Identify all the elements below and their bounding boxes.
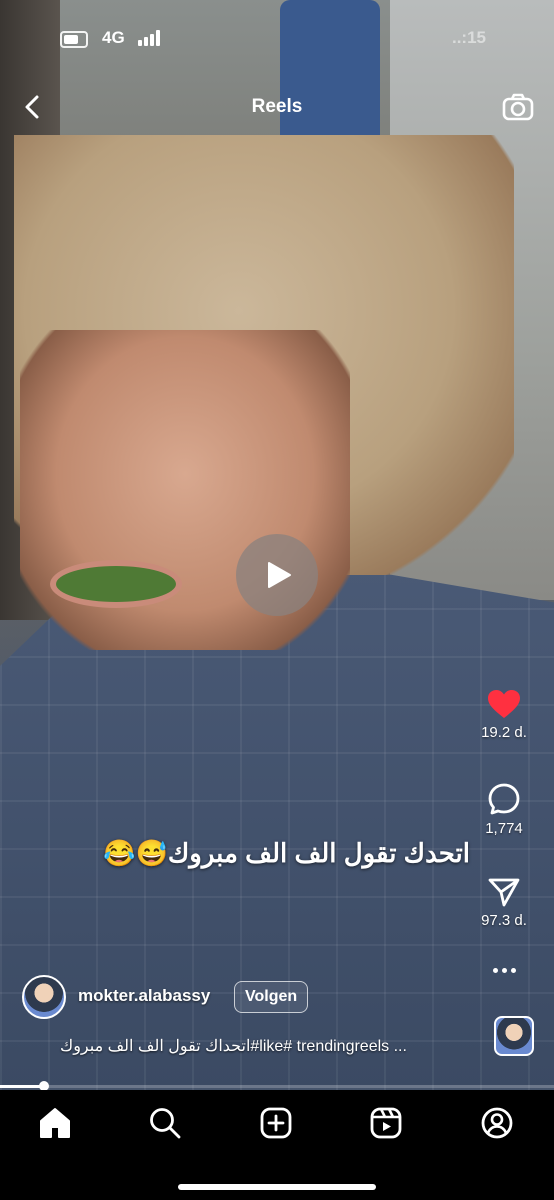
heart-icon — [488, 690, 520, 718]
avatar[interactable] — [22, 975, 66, 1019]
follow-button[interactable]: Volgen — [234, 981, 309, 1013]
share-button[interactable]: 97.3 d. — [454, 876, 554, 929]
create-icon[interactable] — [259, 1106, 295, 1142]
like-count: 19.2 d. — [481, 724, 527, 741]
play-icon — [268, 562, 291, 588]
page-title: Reels — [251, 96, 303, 117]
camera-icon[interactable] — [502, 92, 534, 122]
bottom-nav — [0, 1090, 554, 1200]
comment-count: 1,774 — [485, 820, 523, 837]
background-person — [280, 0, 380, 150]
share-count: 97.3 d. — [481, 912, 527, 929]
reels-icon[interactable] — [369, 1106, 405, 1142]
reel-description[interactable]: اتحداك تقول الف الف مبروك#like# trending… — [60, 1036, 460, 1056]
progress-fill — [0, 1085, 45, 1088]
audio-thumbnail[interactable] — [494, 1016, 534, 1056]
home-indicator — [178, 1184, 376, 1190]
status-bar: 4G ..:15 — [0, 26, 554, 52]
search-icon[interactable] — [148, 1106, 184, 1142]
top-nav: Reels — [0, 90, 554, 126]
network-type: 4G — [102, 28, 125, 47]
home-icon[interactable] — [38, 1106, 74, 1142]
play-button[interactable] — [236, 534, 318, 616]
profile-icon[interactable] — [480, 1106, 516, 1142]
comment-icon — [488, 783, 520, 815]
battery-icon — [60, 31, 88, 48]
video-subject-mouth — [50, 560, 182, 608]
status-time: ..:15 — [451, 28, 486, 47]
send-icon — [488, 878, 520, 907]
username[interactable]: mokter.alabassy — [78, 986, 210, 1006]
video-caption-overlay: اتحدك تقول الف الف مبروك😅😂 — [103, 838, 470, 868]
video-progress-bar[interactable] — [0, 1081, 554, 1091]
like-button[interactable]: 19.2 d. — [454, 688, 554, 741]
signal-icon — [138, 30, 160, 46]
comment-button[interactable]: 1,774 — [454, 782, 554, 837]
more-dots-icon[interactable] — [454, 960, 554, 990]
